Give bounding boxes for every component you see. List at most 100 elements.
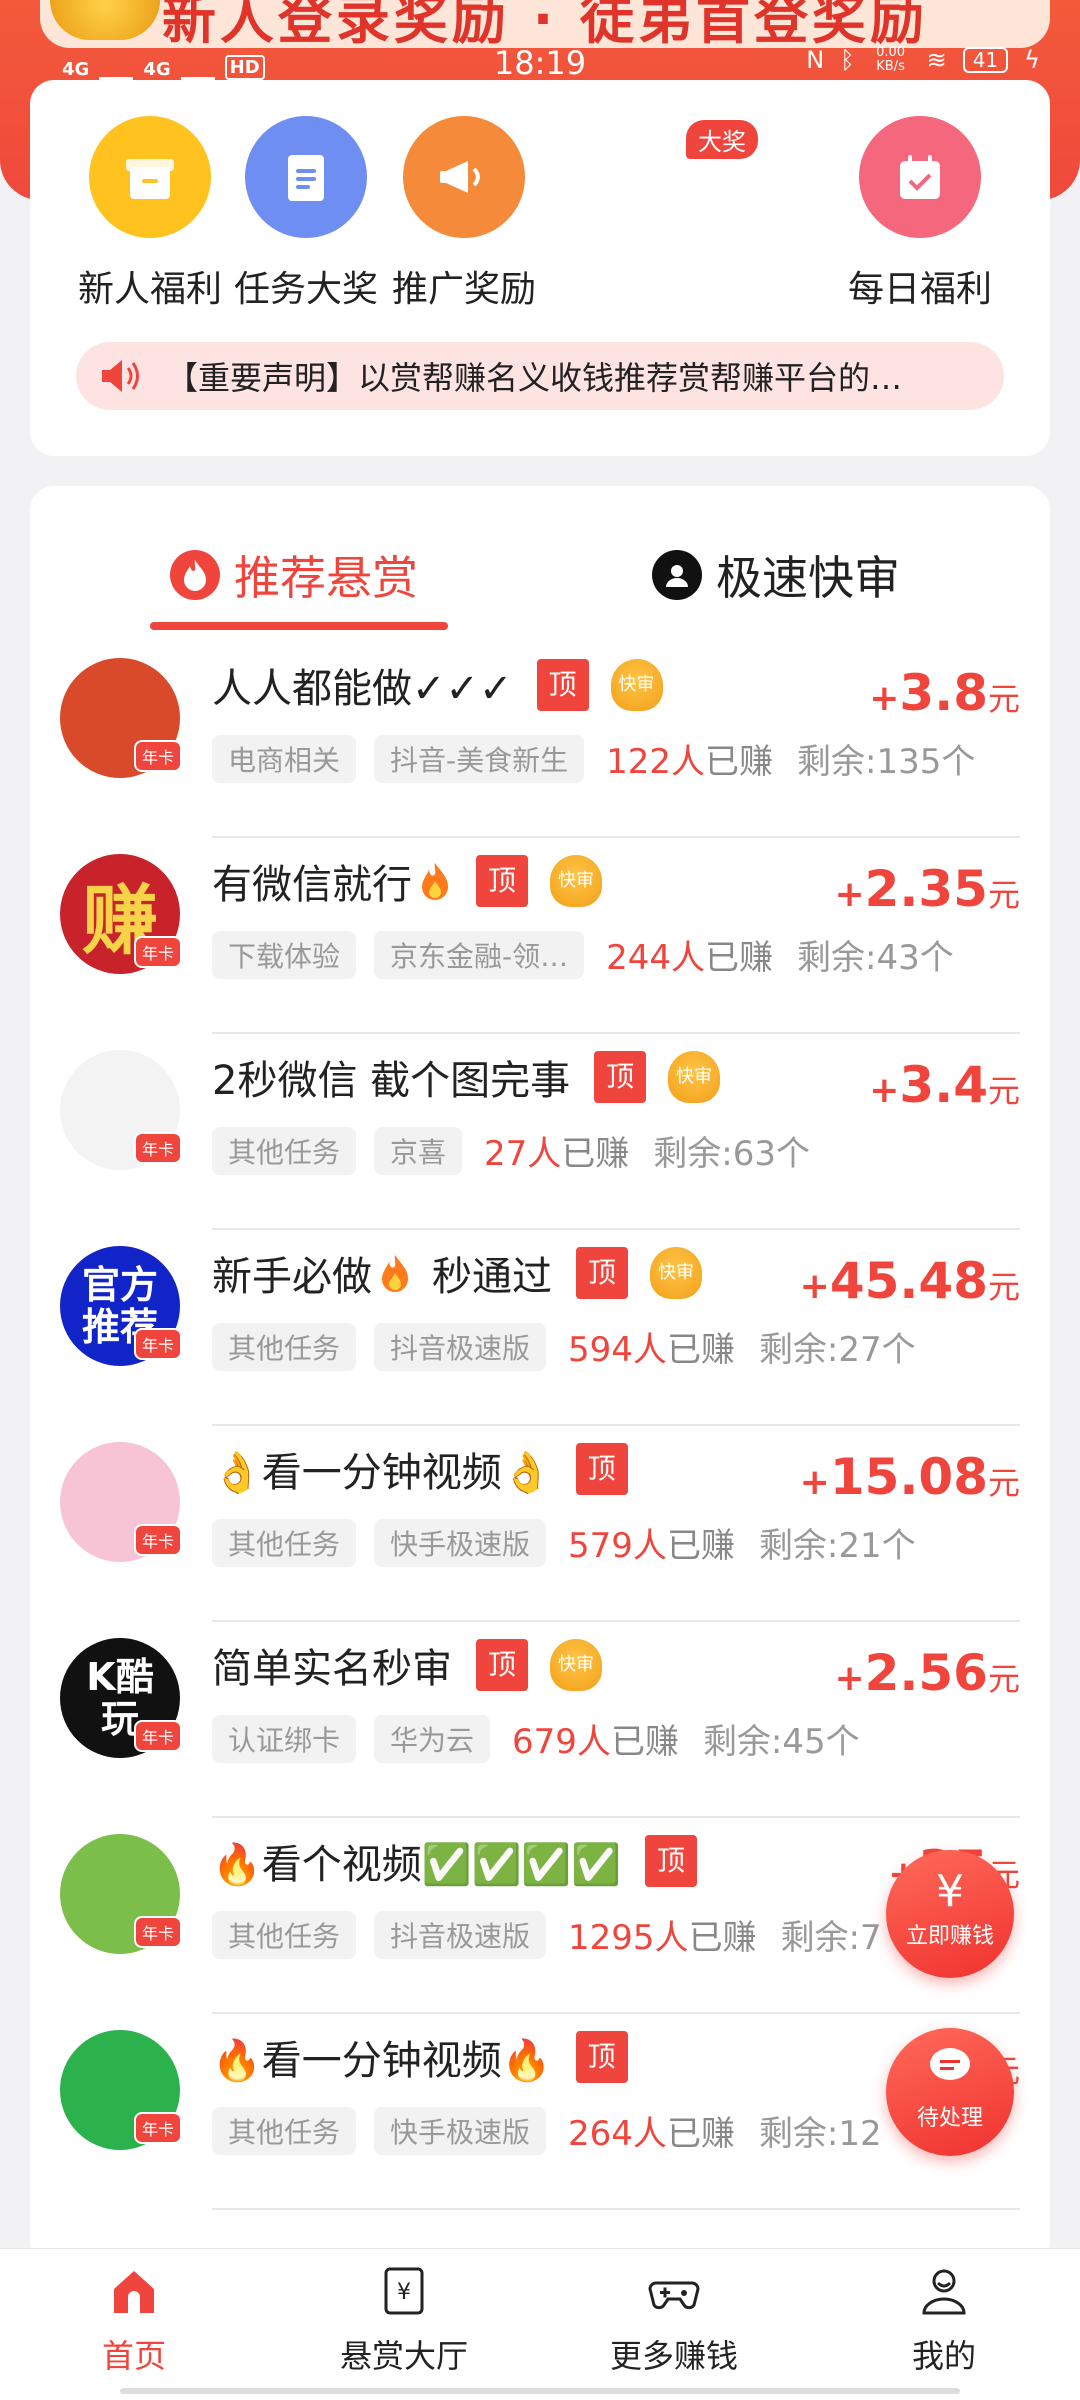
nav-reward-hall[interactable]: ¥ 悬赏大厅 [304, 2263, 504, 2377]
task-row[interactable]: 赚年卡 有微信就行顶快审 +2.35元 下载体验 京东金融-领… 244人 已赚 剩余:43个 [30, 838, 1050, 1034]
task-title: 👌看一分钟视频👌 [212, 1450, 552, 1496]
nav-home[interactable]: 首页 [34, 2263, 234, 2377]
platform-tag: 快手极速版 [374, 2106, 547, 2155]
top-tag: 顶 [476, 855, 528, 907]
pending-button[interactable]: 待处理 [886, 2028, 1014, 2156]
earned-count: 579人 [568, 1526, 667, 1566]
nav-hall-label: 悬赏大厅 [339, 2337, 468, 2375]
earned-label: 已赚 [561, 1134, 630, 1174]
top-tag: 顶 [575, 2031, 628, 2083]
fast-review-badge: 快审 [550, 855, 602, 907]
home-indicator[interactable] [120, 2388, 960, 2394]
nav-home-label: 首页 [101, 2337, 166, 2375]
nav-mine-label: 我的 [911, 2337, 976, 2375]
tab-indicator [150, 622, 448, 630]
reward-value: 3.8 [899, 664, 988, 722]
task-title-row: 🔥看一分钟视频🔥 顶 [212, 2028, 628, 2086]
home-icon [114, 2271, 154, 2313]
reward-unit: 元 [987, 1464, 1020, 1502]
earned-count: 1295人 [568, 1918, 689, 1958]
calendar-check-icon [859, 116, 981, 238]
reward-value: 3.4 [899, 1056, 988, 1114]
top-tag: 顶 [575, 1443, 628, 1495]
task-row[interactable]: 年卡 人人都能做✓✓✓ 顶快审 +3.8元电商相关 抖音-美食新生 122人 已赚 剩余:13… [30, 642, 1050, 838]
feature-label: 每日福利 [847, 269, 992, 310]
remaining-count: 剩余:21个 [758, 1526, 916, 1566]
task-title-row: 2秒微信 截个图完事顶快审 [212, 1048, 721, 1106]
tab-recommended[interactable]: 推荐悬赏 [170, 542, 418, 608]
earn-now-label: 立即赚钱 [905, 1924, 994, 1949]
nav-mine[interactable]: 我的 [844, 2263, 1044, 2377]
platform-tag: 华为云 [374, 1714, 491, 1763]
task-meta: 其他任务 快手极速版 264人 已赚 剩余:12 [212, 2106, 882, 2155]
earned-label: 已赚 [705, 938, 774, 978]
earned-label: 已赚 [610, 1722, 679, 1762]
top-tag: 顶 [594, 1051, 647, 1103]
task-row[interactable]: 年卡 👌看一分钟视频👌 顶 +15.08元 其他任务 快手极速版 579人 已赚 剩余:21个 [30, 1426, 1050, 1622]
top-tag: 顶 [645, 1835, 698, 1887]
task-row[interactable]: 年卡 2秒微信 截个图完事顶快审 +3.4元 其他任务 京喜 27人 已赚 剩余:63个 [30, 1034, 1050, 1230]
category-tag: 其他任务 [212, 1322, 357, 1371]
vip-badge: 年卡 [134, 740, 183, 772]
flame-icon [170, 550, 220, 600]
nav-more-label: 更多赚钱 [609, 2337, 738, 2375]
category-tag: 认证绑卡 [212, 1714, 357, 1763]
task-row[interactable]: 官方推荐 年卡 新手必做 秒通过顶快审 +45.48元 其他任务 抖音极速版 594人 已赚 剩余… [30, 1230, 1050, 1426]
task-reward: +3.8元 [869, 664, 1020, 722]
feature-daily-welfare[interactable]: 每日福利 [820, 116, 1020, 312]
vip-badge: 年卡 [134, 936, 183, 968]
vip-badge: 年卡 [134, 1720, 183, 1752]
remaining-count: 剩余:63个 [653, 1134, 811, 1174]
remaining-count: 剩余:12 [758, 2114, 882, 2154]
task-meta: 其他任务 抖音极速版 1295人 已赚 剩余:7 [212, 1910, 882, 1959]
category-tag: 其他任务 [212, 1126, 357, 1175]
reward-plus: + [834, 1658, 865, 1699]
reward-value: 45.48 [829, 1252, 988, 1310]
reward-plus: + [869, 1070, 900, 1111]
earned-label: 已赚 [666, 2114, 735, 2154]
chat-icon [886, 2044, 1014, 2100]
svg-text:¥: ¥ [397, 2280, 411, 2305]
task-meta: 下载体验 京东金融-领… 244人 已赚 剩余:43个 [212, 930, 954, 979]
tab-fast-review[interactable]: 极速快审 [652, 542, 900, 608]
divider [212, 2208, 1020, 2210]
reward-unit: 元 [987, 876, 1020, 914]
platform-tag: 抖音极速版 [374, 1910, 547, 1959]
earned-label: 已赚 [666, 1330, 735, 1370]
gift-box-icon [89, 116, 211, 238]
status-icons: N ᛒ 0.00 KB/s ≋ 41 ϟ [806, 46, 1040, 75]
feature-promotion[interactable]: 推广奖励 [364, 116, 564, 312]
feature-label: 推广奖励 [391, 269, 536, 310]
earned-label: 已赚 [666, 1526, 735, 1566]
vip-badge: 年卡 [134, 1524, 183, 1556]
fast-review-badge: 快审 [650, 1247, 702, 1299]
fast-review-badge: 快审 [668, 1051, 721, 1103]
platform-tag: 抖音极速版 [374, 1322, 547, 1371]
prize-badge: 大奖 [686, 120, 758, 159]
task-title: 🔥看个视频✅✅✅✅ [212, 1842, 622, 1888]
fast-review-badge: 快审 [610, 659, 663, 711]
clipboard-icon [245, 116, 367, 238]
remaining-count: 剩余:45个 [702, 1722, 860, 1762]
earned-count: 264人 [568, 2114, 667, 2154]
top-tag: 顶 [536, 659, 589, 711]
fire-icon [422, 863, 448, 900]
task-row[interactable]: K酷玩 年卡 简单实名秒审顶快审 +2.56元 认证绑卡 华为云 679人 已赚 剩余:45个 [30, 1622, 1050, 1818]
notice-bar[interactable]: 【重要声明】以赏帮赚名义收钱推荐赏帮赚平台的… [76, 342, 1004, 410]
earn-now-button[interactable]: ¥ 立即赚钱 [886, 1850, 1014, 1978]
reward-value: 15.08 [829, 1448, 988, 1506]
fast-review-badge: 快审 [550, 1639, 602, 1691]
task-reward: +2.56元 [834, 1644, 1020, 1702]
task-reward: +45.48元 [800, 1252, 1020, 1310]
nav-more-earn[interactable]: 更多赚钱 [574, 2263, 774, 2377]
promo-banner[interactable]: 新人登录奖励 · 徒弟首登奖励 [40, 0, 1050, 48]
wifi-icon: ≋ [926, 46, 947, 74]
reward-plus: + [869, 678, 900, 719]
task-title: 人人都能做✓✓✓ [212, 666, 513, 712]
reward-plus: + [799, 1266, 830, 1307]
task-meta: 电商相关 抖音-美食新生 122人 已赚 剩余:135个 [212, 734, 975, 783]
task-title-row: 👌看一分钟视频👌 顶 [212, 1440, 628, 1498]
task-title-suffix: 秒通过 [432, 1254, 552, 1300]
status-bar: 4G 4G HD 18:19 N ᛒ 0.00 KB/s ≋ 41 ϟ [0, 44, 1080, 84]
earned-label: 已赚 [705, 742, 774, 782]
